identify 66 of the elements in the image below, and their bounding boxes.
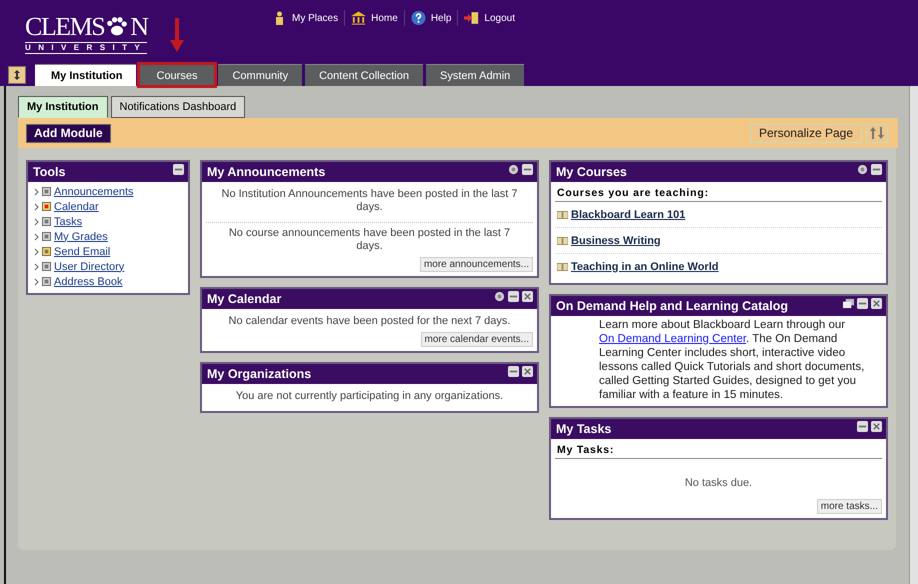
book-icon (557, 210, 568, 220)
add-module-button[interactable]: Add Module (26, 124, 111, 142)
help-icon (410, 11, 426, 25)
personalize-page-button[interactable]: Personalize Page (750, 124, 862, 142)
minimize-icon[interactable] (522, 164, 533, 175)
tool-link[interactable]: User Directory (54, 260, 124, 272)
module-title: My Calendar (207, 292, 282, 306)
module-message: You are not currently participating in any organizations. (234, 389, 504, 404)
settings-icon[interactable] (508, 164, 519, 175)
nav-tab[interactable]: Community (218, 64, 302, 86)
minimize-icon[interactable] (857, 421, 868, 432)
close-icon[interactable] (871, 421, 882, 432)
settings-icon[interactable] (857, 164, 868, 175)
tool-link[interactable]: Address Book (54, 276, 122, 288)
book-icon (557, 262, 568, 272)
book-icon (557, 236, 568, 246)
nav-tab[interactable]: System Admin (426, 64, 524, 86)
module-title: On Demand Help and Learning Catalog (556, 299, 788, 313)
module-title: My Tasks (556, 422, 612, 436)
module-title: Tools (33, 165, 66, 179)
more-button[interactable]: more calendar events... (420, 332, 533, 347)
minimize-icon[interactable] (508, 366, 519, 377)
minimize-icon[interactable] (173, 164, 184, 175)
more-button[interactable]: more tasks... (816, 499, 882, 514)
empty-message: No tasks due. (684, 477, 754, 489)
tool-link[interactable]: Send Email (54, 246, 110, 258)
tool-link[interactable]: Announcements (54, 186, 134, 198)
section-heading: Courses you are teaching: (555, 184, 882, 202)
top-nav-link[interactable]: Logout (464, 11, 515, 25)
course-link[interactable]: Teaching in an Online World (571, 260, 718, 272)
course-link[interactable]: Business Writing (571, 234, 661, 246)
module-title: My Organizations (207, 367, 312, 381)
help-paragraph: Learn more about Blackboard Learn through our On Demand Learning Center. The On Demand Learning Center includes short, interactive video lessons called Quick Tutorials and short documents, called Getting Started Guides, designed to get you familiar with a feature in 15 minutes. (598, 318, 866, 402)
minimize-icon[interactable] (857, 298, 868, 309)
top-nav-link[interactable]: Home (351, 11, 398, 25)
minimize-icon[interactable] (508, 291, 519, 302)
exit-door-icon (464, 11, 480, 25)
module-message: No Institution Announcements have been posted in the last 7 days. (220, 187, 518, 215)
module-message: No calendar events have been posted for the next 7 days. (228, 314, 512, 329)
section-heading: My Tasks: (555, 441, 882, 459)
tool-link[interactable]: Tasks (54, 216, 82, 228)
sub-tab[interactable]: My Institution (18, 96, 108, 118)
top-nav-link[interactable]: Help (410, 11, 452, 25)
nav-tab[interactable]: Courses (138, 64, 216, 86)
module-title: My Announcements (207, 165, 326, 179)
settings-icon[interactable] (494, 291, 505, 302)
nav-tab[interactable]: My Institution (35, 64, 136, 86)
close-icon[interactable] (522, 291, 533, 302)
building-icon (351, 11, 366, 25)
close-icon[interactable] (871, 298, 882, 309)
course-link[interactable]: Blackboard Learn 101 (571, 208, 686, 220)
reorder-button[interactable] (866, 124, 888, 142)
learning-center-link[interactable]: On Demand Learning Center (599, 333, 746, 345)
tool-link[interactable]: Calendar (54, 200, 99, 212)
sub-tab[interactable]: Notifications Dashboard (110, 96, 246, 118)
top-nav-link[interactable]: My Places (272, 11, 338, 25)
module-title: My Courses (556, 165, 627, 179)
tool-link[interactable]: My Grades (54, 230, 108, 242)
minimize-icon[interactable] (871, 164, 882, 175)
expand-header-icon[interactable] (8, 66, 26, 84)
nav-tab[interactable]: Content Collection (305, 64, 423, 86)
scrollbar[interactable] (909, 86, 918, 584)
close-icon[interactable] (522, 366, 533, 377)
windows-icon[interactable] (843, 298, 854, 309)
more-button[interactable]: more announcements... (420, 257, 533, 272)
university-logo[interactable]: CLEMS N U N I V E R S I T Y (25, 14, 148, 54)
